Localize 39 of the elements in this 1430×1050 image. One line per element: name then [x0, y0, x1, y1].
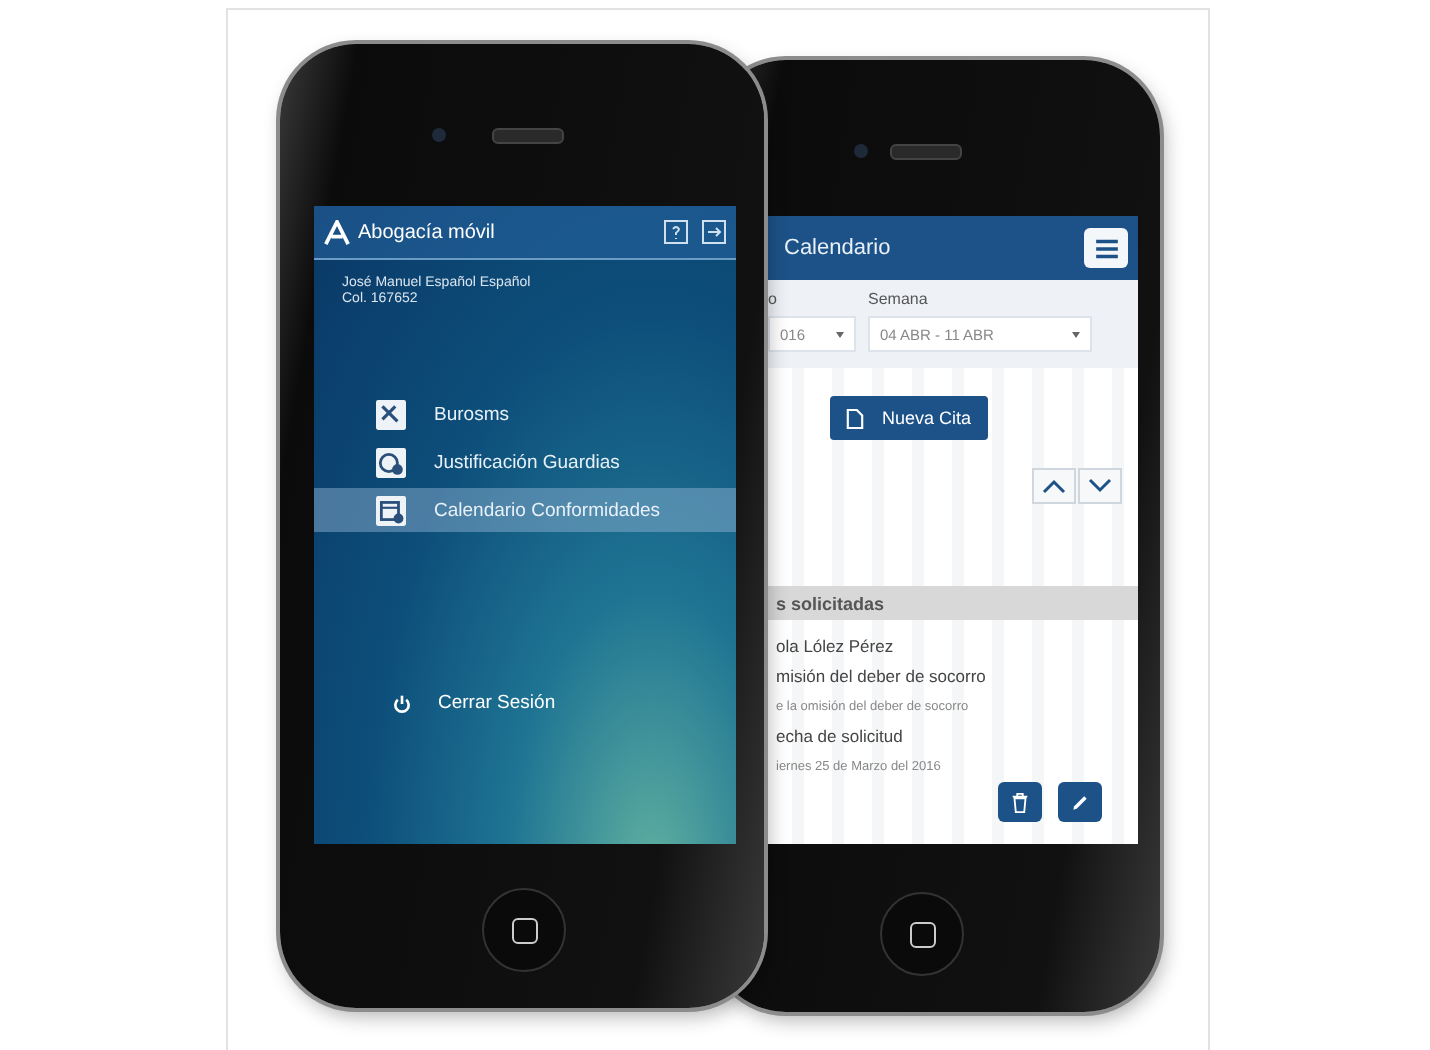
pencil-icon: [1070, 791, 1090, 813]
calendar-icon: [376, 495, 406, 525]
new-appointment-button[interactable]: Nueva Cita: [830, 396, 988, 440]
home-button[interactable]: [880, 892, 964, 976]
down-button[interactable]: [1078, 468, 1122, 504]
tool-icon: [376, 399, 406, 429]
request-text: echa de solicitud: [776, 724, 905, 750]
chevron-up-icon: [1042, 478, 1066, 494]
menu-button[interactable]: [1084, 228, 1128, 268]
document-icon: [846, 407, 864, 429]
edit-button[interactable]: [1058, 782, 1102, 822]
app-title: Abogacía móvil: [358, 221, 495, 243]
field-label: o: [768, 290, 779, 308]
menu-item[interactable]: Burosms: [314, 392, 736, 436]
speaker-icon: [492, 128, 564, 144]
request-text: misión del deber de socorro: [776, 664, 988, 690]
up-button[interactable]: [1032, 468, 1076, 504]
field-label: Semana: [868, 290, 930, 308]
camera-icon: [854, 144, 868, 158]
menu-item[interactable]: Calendario Conformidades: [314, 488, 736, 532]
delete-button[interactable]: [998, 782, 1042, 822]
section-title: s solicitadas: [776, 593, 885, 613]
clock-icon: [376, 447, 406, 477]
menu-item[interactable]: Justificación Guardias: [314, 440, 736, 484]
logo-icon: [324, 219, 350, 245]
speaker-icon: [890, 144, 962, 160]
power-icon: [392, 693, 412, 713]
help-icon[interactable]: [664, 220, 688, 244]
chevron-down-icon: [1088, 478, 1112, 494]
request-text: ola Lólez Pérez: [776, 634, 896, 660]
trash-icon: [1010, 791, 1030, 813]
menu-icon: [1093, 237, 1119, 259]
caret-icon: [1072, 331, 1080, 337]
screen-title: Calendario: [784, 236, 891, 260]
logout-button[interactable]: Cerrar Sesión: [392, 692, 736, 714]
caret-icon: [836, 331, 844, 337]
camera-icon: [432, 128, 446, 142]
home-button[interactable]: [482, 888, 566, 972]
logout-icon[interactable]: [702, 220, 726, 244]
